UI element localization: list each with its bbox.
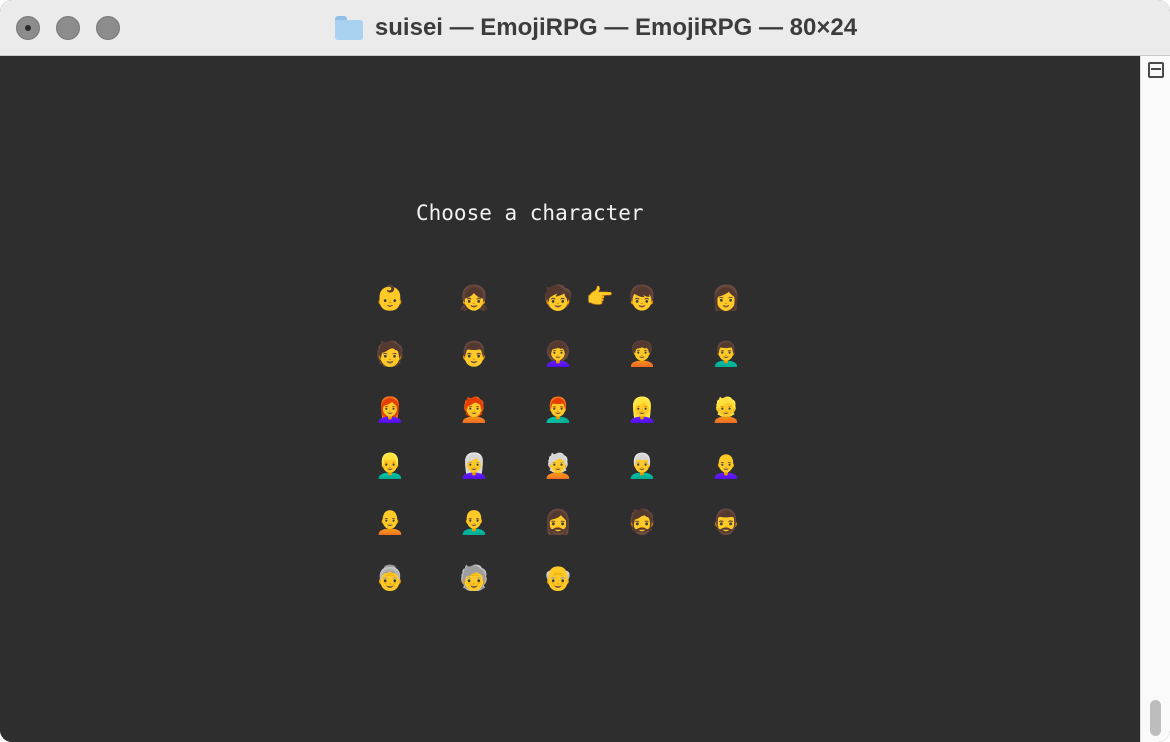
terminal-window: suisei — EmojiRPG — EmojiRPG — 80×24 Cho… — [0, 0, 1170, 742]
choose-character-heading: Choose a character — [416, 201, 644, 225]
character-option[interactable]: 👨‍🦳 — [624, 448, 660, 484]
character-option[interactable]: 👱‍♀️ — [624, 392, 660, 428]
scrollbar[interactable] — [1140, 56, 1170, 742]
character-row: 🧑 👨 👩‍🦱 🧑‍🦱 👨‍🦱 — [372, 336, 752, 372]
split-pane-icon[interactable] — [1148, 62, 1164, 78]
character-option[interactable]: 👩‍🦰 — [372, 392, 408, 428]
character-option[interactable]: 👵 — [372, 560, 408, 596]
character-option[interactable]: 🧑‍🦳 — [540, 448, 576, 484]
character-option[interactable]: 👩 — [708, 280, 744, 316]
close-button[interactable] — [16, 16, 40, 40]
minimize-button[interactable] — [56, 16, 80, 40]
character-option[interactable]: 👨‍🦱 — [708, 336, 744, 372]
character-option[interactable]: 🧑‍🦰 — [456, 392, 492, 428]
character-option[interactable]: 👱 — [708, 392, 744, 428]
character-option[interactable]: 🧓 — [456, 560, 492, 596]
character-option[interactable]: 👧 — [456, 280, 492, 316]
character-option[interactable]: 👨‍🦰 — [540, 392, 576, 428]
character-option[interactable]: 🧔‍♀️ — [540, 504, 576, 540]
character-option[interactable]: 👱‍♂️ — [372, 448, 408, 484]
character-option[interactable]: 🧑‍🦲 — [372, 504, 408, 540]
character-option[interactable]: 👩‍🦳 — [456, 448, 492, 484]
character-row: 👶 👧 🧒 👦 👉 👩 — [372, 280, 752, 316]
character-option[interactable]: 👩‍🦲 — [708, 448, 744, 484]
character-option[interactable]: 🧑‍🦱 — [624, 336, 660, 372]
character-option[interactable]: 👨 — [456, 336, 492, 372]
scroll-thumb[interactable] — [1150, 700, 1161, 736]
character-option[interactable]: 👴 — [540, 560, 576, 596]
terminal-content[interactable]: Choose a character 👶 👧 🧒 👦 👉 👩 🧑 👨 👩‍🦱 🧑‍🦱 👨‍🦱 👩‍🦰 🧑… — [0, 56, 1140, 742]
window-title: suisei — EmojiRPG — EmojiRPG — 80×24 — [374, 14, 858, 41]
zoom-button[interactable] — [96, 16, 120, 40]
character-row: 👱‍♂️ 👩‍🦳 🧑‍🦳 👨‍🦳 👩‍🦲 — [372, 448, 752, 484]
character-option[interactable]: 🧔‍♂️ — [708, 504, 744, 540]
title-bar[interactable]: suisei — EmojiRPG — EmojiRPG — 80×24 — [0, 0, 1170, 56]
character-option[interactable]: 🧔 — [624, 504, 660, 540]
character-option[interactable]: 🧑 — [372, 336, 408, 372]
character-option[interactable]: 🧒 — [540, 280, 576, 316]
character-option[interactable]: 👶 — [372, 280, 408, 316]
character-row: 👵 🧓 👴 — [372, 560, 752, 596]
character-option[interactable]: 👦 — [624, 280, 660, 316]
window-title-group: suisei — EmojiRPG — EmojiRPG — 80×24 — [0, 0, 1170, 56]
character-option[interactable]: 👨‍🦲 — [456, 504, 492, 540]
window-active-dot-icon — [25, 25, 31, 31]
character-row: 👩‍🦰 🧑‍🦰 👨‍🦰 👱‍♀️ 👱 — [372, 392, 752, 428]
selection-pointer-icon: 👉 — [586, 285, 614, 310]
folder-icon — [334, 16, 363, 40]
character-option[interactable]: 👩‍🦱 — [540, 336, 576, 372]
character-row: 🧑‍🦲 👨‍🦲 🧔‍♀️ 🧔 🧔‍♂️ — [372, 504, 752, 540]
